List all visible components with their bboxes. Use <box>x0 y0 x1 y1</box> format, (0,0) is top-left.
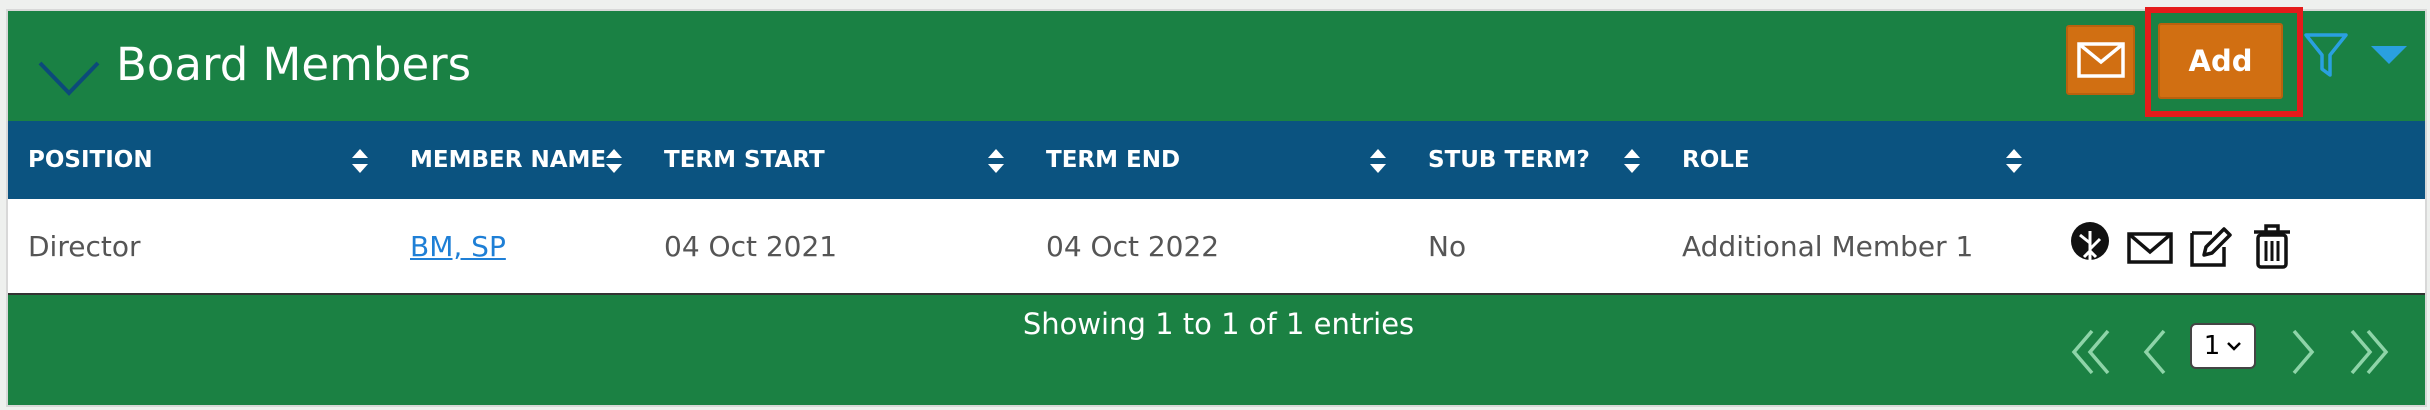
first-page-icon[interactable] <box>2068 327 2116 377</box>
column-header-position[interactable]: POSITION <box>28 121 153 199</box>
previous-page-icon[interactable] <box>2140 327 2172 377</box>
cell-stub-term: No <box>1428 229 1467 263</box>
trash-icon[interactable] <box>2248 221 2296 271</box>
panel-header: Board Members Add <box>8 7 2425 119</box>
sort-icon[interactable] <box>350 148 370 174</box>
caret-down-icon[interactable] <box>2369 43 2409 67</box>
mail-icon[interactable] <box>2126 221 2174 271</box>
sort-icon[interactable] <box>1622 148 1642 174</box>
board-members-panel: Board Members Add POSITION MEMBER NAME T… <box>6 7 2427 407</box>
column-header-role[interactable]: ROLE <box>1682 121 1750 199</box>
column-header-term-start[interactable]: TERM START <box>664 121 825 199</box>
page-select[interactable]: 1 <box>2190 323 2256 369</box>
table-row: Director BM, SP 04 Oct 2021 04 Oct 2022 … <box>8 199 2425 295</box>
chevron-down-icon <box>2227 342 2242 351</box>
chevron-down-icon[interactable] <box>34 49 104 109</box>
sort-icon[interactable] <box>604 148 624 174</box>
add-button[interactable]: Add <box>2158 23 2283 99</box>
cell-term-end: 04 Oct 2022 <box>1046 229 1220 263</box>
email-button[interactable] <box>2066 25 2135 95</box>
column-header-member-name[interactable]: MEMBER NAME <box>410 121 606 199</box>
column-header-stub-term[interactable]: STUB TERM? <box>1428 121 1590 199</box>
cell-member-name: BM, SP <box>410 199 506 293</box>
last-page-icon[interactable] <box>2344 327 2392 377</box>
table-info: Showing 1 to 1 of 1 entries <box>1022 307 1415 341</box>
filter-icon[interactable] <box>2303 31 2349 81</box>
mail-icon <box>2076 42 2125 78</box>
page-select-value: 1 <box>2203 331 2221 361</box>
sort-icon[interactable] <box>986 148 1006 174</box>
tree-icon[interactable] <box>2066 221 2114 271</box>
sort-icon[interactable] <box>1368 148 1388 174</box>
panel-title: Board Members <box>116 38 472 91</box>
edit-icon[interactable] <box>2186 221 2234 271</box>
table-header: POSITION MEMBER NAME TERM START TERM END… <box>8 121 2425 199</box>
member-name-link[interactable]: BM, SP <box>410 230 506 263</box>
cell-term-start: 04 Oct 2021 <box>664 229 838 263</box>
cell-position: Director <box>28 229 141 263</box>
next-page-icon[interactable] <box>2286 327 2318 377</box>
cell-role: Additional Member 1 <box>1682 229 1974 263</box>
sort-icon[interactable] <box>2004 148 2024 174</box>
column-header-term-end[interactable]: TERM END <box>1046 121 1180 199</box>
